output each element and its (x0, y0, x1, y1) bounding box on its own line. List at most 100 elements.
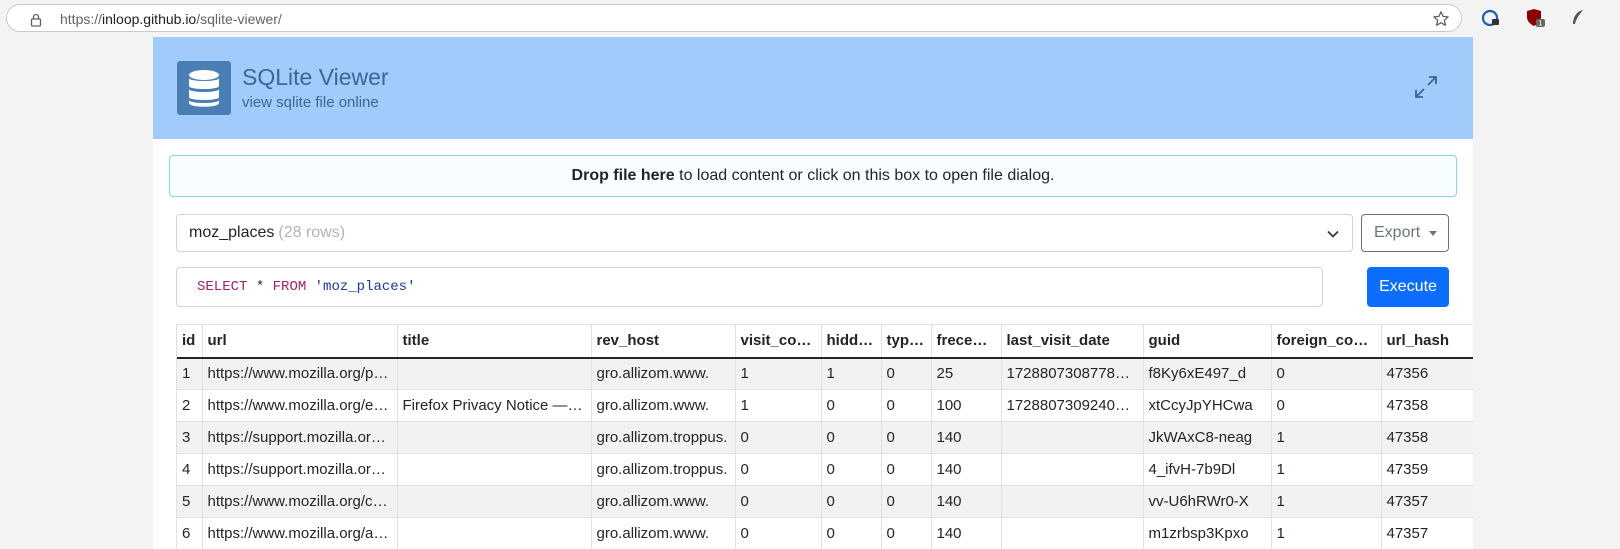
table-cell-visit-count[interactable]: 0 (735, 485, 822, 518)
table-cell-last-visit-date[interactable] (1001, 421, 1144, 454)
table-cell-foreign-count[interactable]: 1 (1271, 485, 1382, 518)
column-header-frecency[interactable]: frecency (931, 324, 1002, 359)
sql-query-editor[interactable]: SELECT * FROM 'moz_places' (176, 267, 1323, 307)
table-cell-typed[interactable]: 0 (881, 453, 932, 486)
table-cell-rev-host[interactable]: gro.allizom.www. (591, 357, 736, 390)
column-header-guid[interactable]: guid (1143, 324, 1272, 359)
table-cell-hidden[interactable]: 0 (821, 453, 882, 486)
table-cell-frecency[interactable]: 140 (931, 485, 1002, 518)
table-cell-typed[interactable]: 0 (881, 517, 932, 549)
table-cell-hidden[interactable]: 0 (821, 389, 882, 422)
table-cell-url[interactable]: https://www.mozilla.org/en-US/privacy/fi… (202, 389, 398, 422)
table-cell-rev-host[interactable]: gro.allizom.www. (591, 389, 736, 422)
export-button[interactable]: Export (1361, 214, 1449, 252)
table-cell-hidden[interactable]: 0 (821, 517, 882, 549)
table-cell-frecency[interactable]: 140 (931, 421, 1002, 454)
caret-down-icon (1429, 231, 1437, 236)
table-cell-url[interactable]: https://support.mozilla.org/kb/customize… (202, 453, 398, 486)
column-header-id[interactable]: id (177, 324, 203, 359)
fullscreen-expand-icon[interactable] (1412, 73, 1440, 101)
table-cell-foreign-count[interactable]: 1 (1271, 453, 1382, 486)
bookmark-star-icon[interactable] (1432, 10, 1450, 28)
table-cell-rev-host[interactable]: gro.allizom.www. (591, 517, 736, 549)
table-cell-url-hash[interactable]: 47357 (1381, 517, 1473, 549)
table-cell-id[interactable]: 3 (177, 421, 203, 454)
table-cell-foreign-count[interactable]: 0 (1271, 357, 1382, 390)
table-cell-id[interactable]: 1 (177, 357, 203, 390)
table-cell-rev-host[interactable]: gro.allizom.troppus. (591, 421, 736, 454)
table-cell-visit-count[interactable]: 0 (735, 517, 822, 549)
file-dropzone[interactable]: Drop file here to load content or click … (169, 155, 1457, 197)
address-bar[interactable]: https://inloop.github.io/sqlite-viewer/ (6, 4, 1462, 32)
table-cell-url-hash[interactable]: 47358 (1381, 421, 1473, 454)
url-text[interactable]: https://inloop.github.io/sqlite-viewer/ (60, 11, 282, 27)
table-cell-frecency[interactable]: 25 (931, 357, 1002, 390)
table-cell-title[interactable] (397, 517, 592, 549)
column-header-hidden[interactable]: hidden (821, 324, 882, 359)
table-cell-frecency[interactable]: 140 (931, 453, 1002, 486)
table-cell-typed[interactable]: 0 (881, 421, 932, 454)
table-cell-typed[interactable]: 0 (881, 389, 932, 422)
table-cell-title[interactable] (397, 485, 592, 518)
table-cell-last-visit-date[interactable] (1001, 517, 1144, 549)
column-header-last-visit-date[interactable]: last_visit_date (1001, 324, 1144, 359)
table-cell-hidden[interactable]: 0 (821, 485, 882, 518)
table-cell-hidden[interactable]: 0 (821, 421, 882, 454)
table-cell-guid[interactable]: xtCcyJpYHCwa (1143, 389, 1272, 422)
table-cell-guid[interactable]: f8Ky6xE497_d (1143, 357, 1272, 390)
table-cell-typed[interactable]: 0 (881, 485, 932, 518)
table-cell-url[interactable]: https://support.mozilla.org/products/fir… (202, 421, 398, 454)
table-cell-last-visit-date[interactable] (1001, 485, 1144, 518)
table-cell-guid[interactable]: m1zrbsp3Kpxo (1143, 517, 1272, 549)
table-cell-visit-count[interactable]: 1 (735, 357, 822, 390)
table-cell-url-hash[interactable]: 47357 (1381, 485, 1473, 518)
password-manager-extension-icon[interactable] (1481, 8, 1501, 28)
column-header-typed[interactable]: typed (881, 324, 932, 359)
lock-icon[interactable] (29, 13, 43, 27)
table-cell-hidden[interactable]: 1 (821, 357, 882, 390)
column-header-rev-host[interactable]: rev_host (591, 324, 736, 359)
table-cell-foreign-count[interactable]: 1 (1271, 421, 1382, 454)
table-cell-url-hash[interactable]: 47358 (1381, 389, 1473, 422)
table-cell-frecency[interactable]: 140 (931, 517, 1002, 549)
table-cell-guid[interactable]: 4_ifvH-7b9Dl (1143, 453, 1272, 486)
table-cell-title[interactable]: Firefox Privacy Notice — Mozilla (397, 389, 592, 422)
table-cell-visit-count[interactable]: 0 (735, 421, 822, 454)
table-cell-url[interactable]: https://www.mozilla.org/privacy/firefox/ (202, 357, 398, 390)
table-cell-title[interactable] (397, 357, 592, 390)
table-cell-last-visit-date[interactable]: 1728807308778000 (1001, 357, 1144, 390)
table-cell-visit-count[interactable]: 0 (735, 453, 822, 486)
table-cell-url[interactable]: https://www.mozilla.org/about/ (202, 517, 398, 549)
feather-extension-icon[interactable] (1568, 8, 1588, 28)
table-cell-last-visit-date[interactable] (1001, 453, 1144, 486)
table-cell-title[interactable] (397, 453, 592, 486)
table-cell-url-hash[interactable]: 47359 (1381, 453, 1473, 486)
table-cell-url-hash[interactable]: 47356 (1381, 357, 1473, 390)
table-cell-visit-count[interactable]: 1 (735, 389, 822, 422)
table-cell-id[interactable]: 2 (177, 389, 203, 422)
table-cell-typed[interactable]: 0 (881, 357, 932, 390)
column-header-url[interactable]: url (202, 324, 398, 359)
table-cell-id[interactable]: 5 (177, 485, 203, 518)
table-cell-foreign-count[interactable]: 1 (1271, 517, 1382, 549)
table-cell-title[interactable] (397, 421, 592, 454)
sql-query-text: SELECT * FROM 'moz_places' (197, 279, 415, 295)
table-cell-foreign-count[interactable]: 0 (1271, 389, 1382, 422)
table-select[interactable]: moz_places (28 rows) (176, 214, 1353, 252)
column-header-url-hash[interactable]: url_hash (1381, 324, 1473, 359)
table-cell-rev-host[interactable]: gro.allizom.troppus. (591, 453, 736, 486)
table-cell-guid[interactable]: vv-U6hRWr0-X (1143, 485, 1272, 518)
execute-button[interactable]: Execute (1367, 267, 1449, 307)
results-table-container[interactable]: id url title rev_host visit_count hidden… (176, 324, 1473, 549)
column-header-visit-count[interactable]: visit_count (735, 324, 822, 359)
table-cell-frecency[interactable]: 100 (931, 389, 1002, 422)
table-cell-last-visit-date[interactable]: 1728807309240000 (1001, 389, 1144, 422)
table-cell-url[interactable]: https://www.mozilla.org/contribute/ (202, 485, 398, 518)
table-cell-guid[interactable]: JkWAxC8-neag (1143, 421, 1272, 454)
column-header-title[interactable]: title (397, 324, 592, 359)
column-header-foreign-count[interactable]: foreign_count (1271, 324, 1382, 359)
table-cell-id[interactable]: 6 (177, 517, 203, 549)
table-cell-rev-host[interactable]: gro.allizom.www. (591, 485, 736, 518)
table-cell-id[interactable]: 4 (177, 453, 203, 486)
ublock-shield-icon[interactable]: 1 (1526, 8, 1546, 28)
